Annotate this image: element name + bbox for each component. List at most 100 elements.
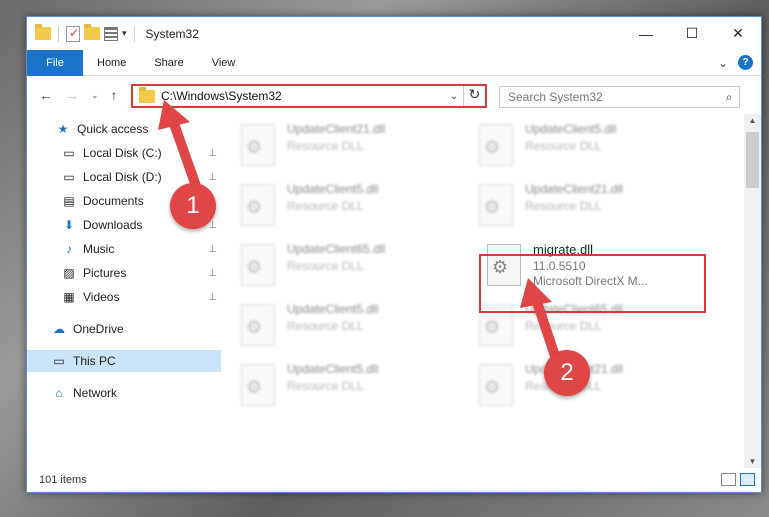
expand-ribbon-chevron-icon[interactable]: ⌄: [718, 56, 728, 70]
forward-arrow-icon[interactable]: →: [65, 87, 79, 103]
computer-icon: ▭: [53, 354, 65, 368]
file-item[interactable]: UpdateClient5.dll Resource DLL: [241, 302, 461, 356]
dll-file-icon: [241, 184, 275, 226]
address-dropdown-chevron-icon[interactable]: ⌄: [445, 91, 463, 102]
sidebar-item-label: Music: [83, 242, 115, 256]
file-name: UpdateClient65.dll: [287, 242, 386, 256]
sidebar-item-pictures[interactable]: ▨ Pictures ⊥: [27, 262, 221, 284]
migrate-dll-highlight-box: [479, 254, 706, 313]
back-arrow-icon[interactable]: ←: [39, 87, 53, 103]
file-name: UpdateClient5.dll: [287, 182, 379, 196]
pin-icon: ⊥: [208, 267, 217, 279]
tab-share[interactable]: Share: [140, 57, 197, 69]
large-icons-view-icon[interactable]: [740, 473, 755, 486]
file-item[interactable]: UpdateClient21.dll Resource DLL: [479, 182, 699, 236]
sidebar-item-onedrive[interactable]: ☁ OneDrive: [27, 318, 221, 340]
sidebar-item-label: Pictures: [83, 266, 127, 280]
file-item[interactable]: UpdateClient5.dll Resource DLL: [241, 362, 461, 416]
pin-icon: ⊥: [208, 291, 217, 303]
dll-file-icon: [479, 364, 513, 406]
file-description: Resource DLL: [287, 319, 364, 333]
file-description: Resource DLL: [287, 139, 364, 153]
content-area: ★ Quick access ▭ Local Disk (C:) ⊥ ▭ Loc…: [27, 114, 761, 468]
pin-icon: ⊥: [208, 171, 217, 183]
sidebar-item-this-pc[interactable]: ▭ This PC: [27, 350, 221, 372]
dll-file-icon: [241, 364, 275, 406]
film-icon: ▦: [63, 290, 75, 304]
file-name: UpdateClient5.dll: [525, 122, 617, 136]
file-description: Resource DLL: [287, 199, 364, 213]
dll-file-icon: [241, 124, 275, 166]
folder-icon: [139, 86, 155, 103]
new-folder-icon[interactable]: [84, 24, 100, 40]
pin-icon: ⊥: [208, 147, 217, 159]
search-icon[interactable]: ⌕: [719, 90, 739, 105]
sidebar-item-videos[interactable]: ▦ Videos ⊥: [27, 286, 221, 308]
file-name: UpdateClient5.dll: [287, 362, 379, 376]
customize-toolbar-chevron-icon[interactable]: ▾: [122, 28, 127, 39]
scroll-down-arrow-icon[interactable]: ▼: [744, 457, 761, 466]
sidebar-item-quick-access[interactable]: ★ Quick access: [27, 118, 221, 140]
file-item[interactable]: UpdateClient5.dll Resource DLL: [479, 122, 699, 176]
ribbon-tabs: File Home Share View ⌄ ?: [27, 49, 761, 76]
cloud-icon: ☁: [53, 322, 65, 336]
scrollbar-thumb[interactable]: [746, 132, 759, 188]
file-list-pane: UpdateClient21.dll Resource DLL UpdateCl…: [221, 114, 761, 468]
sidebar-item-label: Local Disk (C:): [83, 146, 162, 160]
item-count: 101 items: [39, 474, 87, 486]
title-bar: ▾ System32 — ☐ ✕: [27, 17, 761, 50]
search-input[interactable]: [500, 90, 719, 104]
sidebar-item-label: OneDrive: [73, 322, 124, 336]
scroll-up-arrow-icon[interactable]: ▲: [744, 116, 761, 125]
file-name: UpdateClient21.dll: [287, 122, 386, 136]
dll-file-icon: [479, 124, 513, 166]
properties-icon[interactable]: [66, 25, 80, 42]
navigation-buttons: ← → ⌄ ↑: [27, 87, 118, 103]
star-icon: ★: [57, 122, 69, 136]
address-bar[interactable]: C:\Windows\System32 ⌄ ↻: [131, 84, 487, 108]
documents-icon: ▤: [63, 194, 75, 208]
tab-view[interactable]: View: [198, 57, 250, 69]
sidebar-item-network[interactable]: ⌂ Network: [27, 382, 221, 404]
file-description: Resource DLL: [287, 379, 364, 393]
maximize-button[interactable]: ☐: [669, 17, 715, 50]
minimize-button[interactable]: —: [623, 17, 669, 50]
file-item[interactable]: UpdateClient5.dll Resource DLL: [241, 182, 461, 236]
sidebar-item-music[interactable]: ♪ Music ⊥: [27, 238, 221, 260]
sidebar-item-local-disk-c[interactable]: ▭ Local Disk (C:) ⊥: [27, 142, 221, 164]
tab-home[interactable]: Home: [83, 57, 140, 69]
address-path[interactable]: C:\Windows\System32: [161, 89, 445, 103]
quick-access-toolbar: ▾: [27, 24, 138, 42]
file-item[interactable]: UpdateClient65.dll Resource DLL: [241, 242, 461, 296]
tab-file[interactable]: File: [27, 49, 83, 76]
folder-icon: [35, 24, 51, 40]
drive-icon: ▭: [63, 170, 75, 184]
file-name: UpdateClient5.dll: [287, 302, 379, 316]
file-description: Resource DLL: [287, 259, 364, 273]
sidebar-item-label: Downloads: [83, 218, 143, 232]
pictures-icon: ▨: [63, 266, 75, 280]
up-arrow-icon[interactable]: ↑: [111, 87, 118, 103]
sidebar-item-label: This PC: [73, 354, 116, 368]
download-arrow-icon: ⬇: [63, 218, 75, 232]
explorer-window: ▾ System32 — ☐ ✕ File Home Share View ⌄ …: [26, 16, 762, 493]
navigation-pane: ★ Quick access ▭ Local Disk (C:) ⊥ ▭ Loc…: [27, 114, 221, 468]
refresh-icon[interactable]: ↻: [463, 86, 485, 106]
file-description: Resource DLL: [525, 199, 602, 213]
dll-file-icon: [241, 304, 275, 346]
recent-locations-chevron-icon[interactable]: ⌄: [91, 90, 99, 101]
vertical-scrollbar[interactable]: ▲ ▼: [744, 114, 761, 468]
toolbar-divider: [133, 25, 135, 42]
file-item[interactable]: UpdateClient21.dll Resource DLL: [241, 122, 461, 176]
dll-file-icon: [241, 244, 275, 286]
view-options-icon[interactable]: [104, 26, 118, 41]
help-icon[interactable]: ?: [738, 55, 753, 70]
music-note-icon: ♪: [66, 242, 72, 256]
sidebar-item-label: Network: [73, 386, 118, 400]
close-button[interactable]: ✕: [715, 17, 761, 50]
search-box[interactable]: ⌕: [499, 86, 740, 108]
status-bar: 101 items: [27, 468, 761, 492]
details-view-icon[interactable]: [721, 473, 736, 486]
view-toggle-buttons: [721, 473, 755, 486]
drive-icon: ▭: [63, 146, 75, 160]
